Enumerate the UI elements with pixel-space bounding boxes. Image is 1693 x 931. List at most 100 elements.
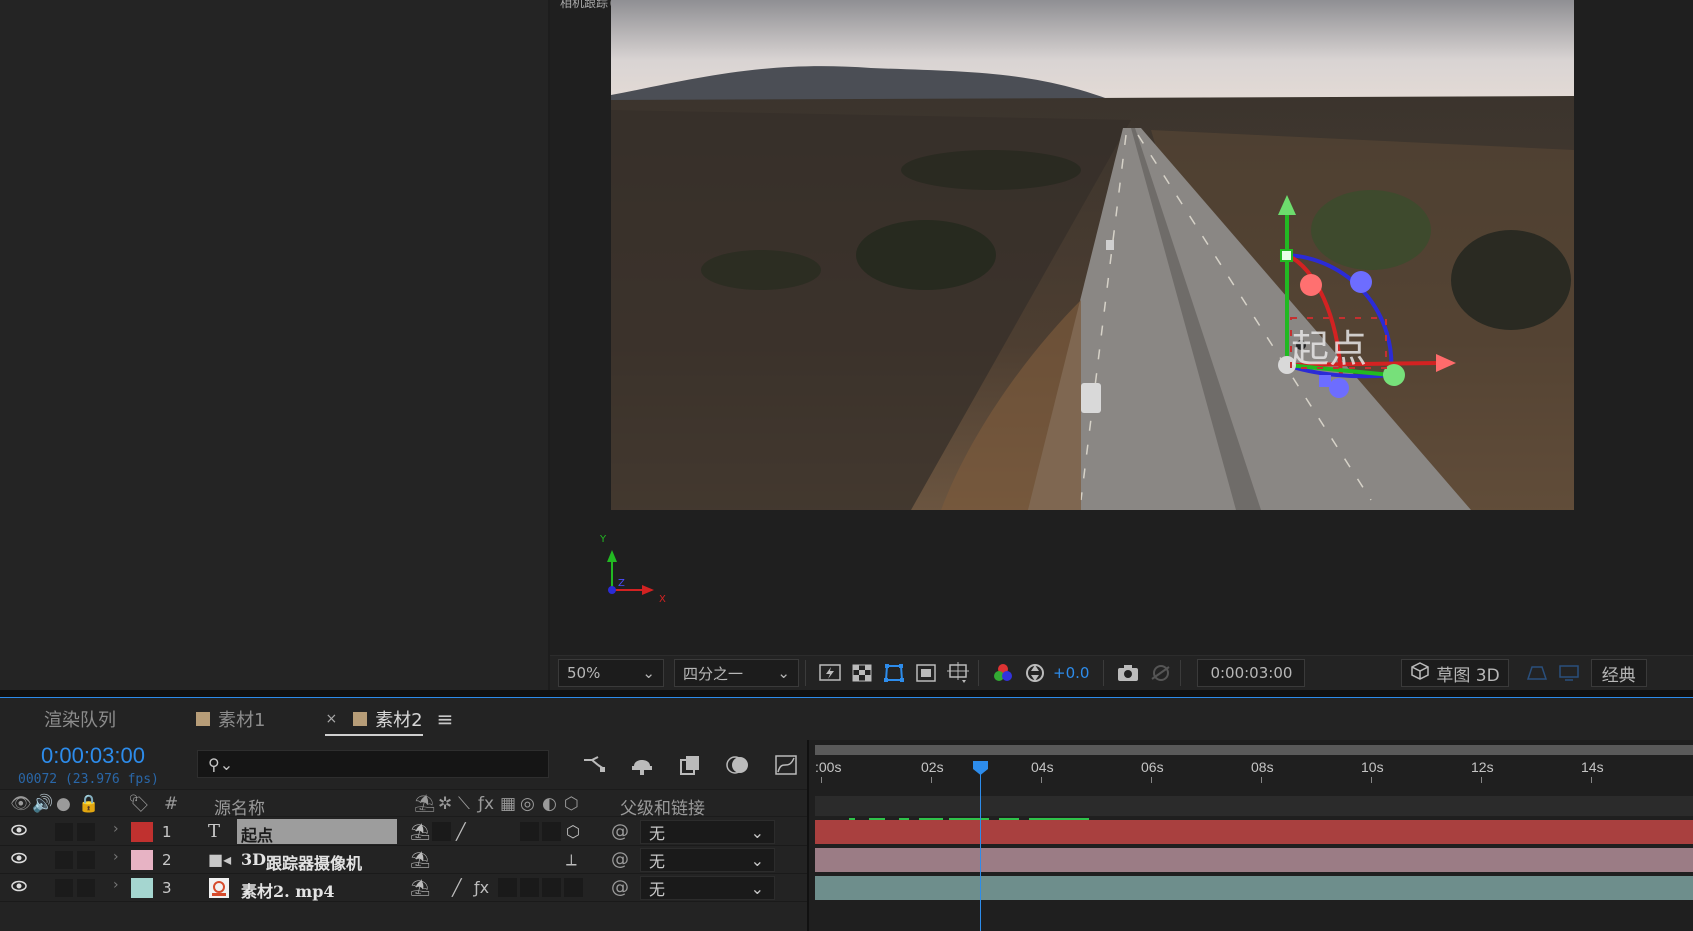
video-switch-icon[interactable]: 👁 (10, 794, 32, 814)
shy-switch-icon[interactable]: ⛱ (414, 794, 436, 814)
timeline-tracks[interactable]: :00s 02s 04s 06s 08s 10s 12s 14s (807, 740, 1693, 931)
tab-footage-2[interactable]: × 素材2 (325, 698, 423, 740)
composition-frame[interactable]: 起点 (611, 0, 1574, 510)
eye-icon[interactable] (11, 852, 27, 864)
frame-blend-switch[interactable] (498, 878, 517, 897)
show-snapshot-icon[interactable] (1146, 659, 1174, 687)
collapse-switch-icon[interactable]: ✲ (438, 794, 452, 814)
viewer-text-layer[interactable]: 起点 (1291, 327, 1367, 371)
time-ruler[interactable]: :00s 02s 04s 06s 08s 10s 12s 14s (815, 755, 1693, 783)
reset-exposure-icon[interactable] (1021, 659, 1049, 687)
solo-toggle[interactable] (55, 823, 73, 841)
layer-row[interactable]: › 2 ■◂ 3D 跟踪器摄像机 ⛱ ⟂ @ 无 ⌄ (0, 846, 807, 874)
pick-whip-icon[interactable]: @ (611, 821, 629, 842)
transparency-grid-icon[interactable] (848, 659, 876, 687)
solo-toggle[interactable] (55, 851, 73, 869)
pick-whip-icon[interactable]: @ (611, 849, 629, 870)
close-icon[interactable]: × (325, 711, 337, 727)
resolution-dropdown[interactable]: 四分之一 ⌄ (674, 659, 799, 687)
column-parent[interactable]: 父级和链接 (620, 794, 705, 819)
parent-dropdown[interactable]: 无 ⌄ (640, 820, 775, 844)
exposure-value[interactable]: +0.0 (1053, 664, 1089, 682)
layer-label-color[interactable] (131, 822, 153, 842)
3d-layer-switch[interactable] (564, 878, 583, 897)
effect-switch-icon[interactable]: ƒx (478, 794, 494, 814)
layer-name[interactable]: 素材2. mp4 (237, 875, 339, 901)
layer-label-color[interactable] (131, 878, 153, 898)
solo-toggle[interactable] (55, 879, 73, 897)
guides-options-icon[interactable] (944, 659, 972, 687)
3d-ground-plane-icon[interactable] (1523, 659, 1551, 687)
parent-dropdown[interactable]: 无 ⌄ (640, 848, 775, 872)
graph-editor-icon[interactable] (771, 750, 801, 780)
eye-icon[interactable] (11, 880, 27, 892)
parent-dropdown[interactable]: 无 ⌄ (640, 876, 775, 900)
label-tag-icon[interactable]: 🏷 (128, 794, 150, 814)
chevron-right-icon[interactable]: › (113, 821, 119, 837)
playhead-line[interactable] (980, 765, 981, 931)
lock-switch-icon[interactable]: 🔒 (78, 794, 99, 814)
collapse-switch[interactable] (432, 822, 451, 841)
adjustment-switch[interactable] (542, 822, 561, 841)
motion-blur-switch-icon[interactable]: ◎ (520, 794, 535, 814)
renderer-button[interactable]: 草图 3D (1401, 659, 1509, 687)
region-of-interest-icon[interactable] (912, 659, 940, 687)
layer-search-input[interactable]: ⚲⌄ (197, 750, 549, 778)
layer-row[interactable]: › 1 T 起点 ⛱ ╱ ⬡ @ 无 ⌄ (0, 818, 807, 846)
layer-label-color[interactable] (131, 850, 153, 870)
view-layout-button[interactable]: 经典 (1590, 659, 1647, 687)
tab-render-queue[interactable]: 渲染队列 (44, 698, 116, 740)
3d-layer-switch-icon[interactable]: ⬡ (564, 794, 579, 814)
color-channels-icon[interactable] (989, 659, 1017, 687)
layer-row[interactable]: › 3 素材2. mp4 ⛱ ╱ ƒx @ 无 ⌄ (0, 874, 807, 902)
motion-blur-switch[interactable] (520, 822, 539, 841)
playhead-handle-icon[interactable] (972, 760, 989, 776)
marker-bar[interactable] (815, 796, 1693, 816)
chevron-right-icon[interactable]: › (113, 877, 119, 893)
quality-switch-icon[interactable]: ╱ (452, 878, 462, 897)
motion-blur-switch[interactable] (520, 878, 539, 897)
lock-toggle[interactable] (77, 879, 95, 897)
shy-switch-icon[interactable]: ⛱ (410, 878, 430, 897)
frame-blending-icon[interactable] (675, 750, 705, 780)
shy-switch-icon[interactable]: ⛱ (410, 822, 430, 841)
work-area-bar[interactable] (815, 745, 1693, 755)
layer-name[interactable]: 起点 (237, 819, 397, 845)
extended-viewer-icon[interactable] (1555, 659, 1583, 687)
eye-icon[interactable] (11, 824, 27, 836)
camera-snapshot-icon[interactable] (1114, 659, 1142, 687)
audio-switch-icon[interactable]: 🔊 (32, 794, 53, 814)
camera-orient-icon[interactable]: ⟂ (566, 850, 577, 870)
frame-blend-switch-icon[interactable]: ▦ (500, 794, 516, 814)
pick-whip-icon[interactable]: @ (611, 877, 629, 898)
mask-visibility-icon[interactable] (880, 659, 908, 687)
column-source-name[interactable]: 源名称 (214, 794, 265, 819)
adjustment-layer-switch-icon[interactable]: ◐ (542, 794, 557, 814)
layer-track-bar[interactable] (815, 848, 1693, 872)
draft-3d-icon[interactable] (627, 750, 657, 780)
shy-switch-icon[interactable]: ⛱ (410, 850, 430, 869)
layer-track-bar[interactable] (815, 876, 1693, 900)
motion-blur-icon[interactable] (723, 750, 753, 780)
current-timecode[interactable]: 0:00:03:00 (41, 743, 145, 769)
quality-switch-icon[interactable]: ⟍ (458, 794, 470, 814)
effect-switch-icon[interactable]: ƒx (474, 878, 489, 897)
layer-name[interactable]: 跟踪器摄像机 (262, 847, 366, 873)
layer-track-bar[interactable] (815, 820, 1693, 844)
zoom-dropdown[interactable]: 50% ⌄ (558, 659, 664, 687)
composition-viewer[interactable]: 相机跟踪(3D 跟踪器摄像机) (550, 0, 1693, 655)
lock-toggle[interactable] (77, 823, 95, 841)
3d-layer-icon[interactable]: ⬡ (566, 822, 580, 841)
solo-switch-icon[interactable]: ● (56, 794, 71, 814)
chevron-right-icon[interactable]: › (113, 849, 119, 865)
tab-footage-1[interactable]: 素材1 (196, 698, 265, 740)
lock-toggle[interactable] (77, 851, 95, 869)
ruler-tick (1261, 777, 1262, 783)
quality-switch-icon[interactable]: ╱ (456, 822, 466, 841)
composition-mini-flowchart-icon[interactable] (579, 750, 609, 780)
adjustment-switch[interactable] (542, 878, 561, 897)
panel-menu-icon[interactable]: ≡ (437, 707, 454, 731)
fast-previews-icon[interactable] (816, 659, 844, 687)
viewer-current-time[interactable]: 0:00:03:00 (1197, 659, 1306, 687)
ruler-tick (821, 777, 822, 783)
